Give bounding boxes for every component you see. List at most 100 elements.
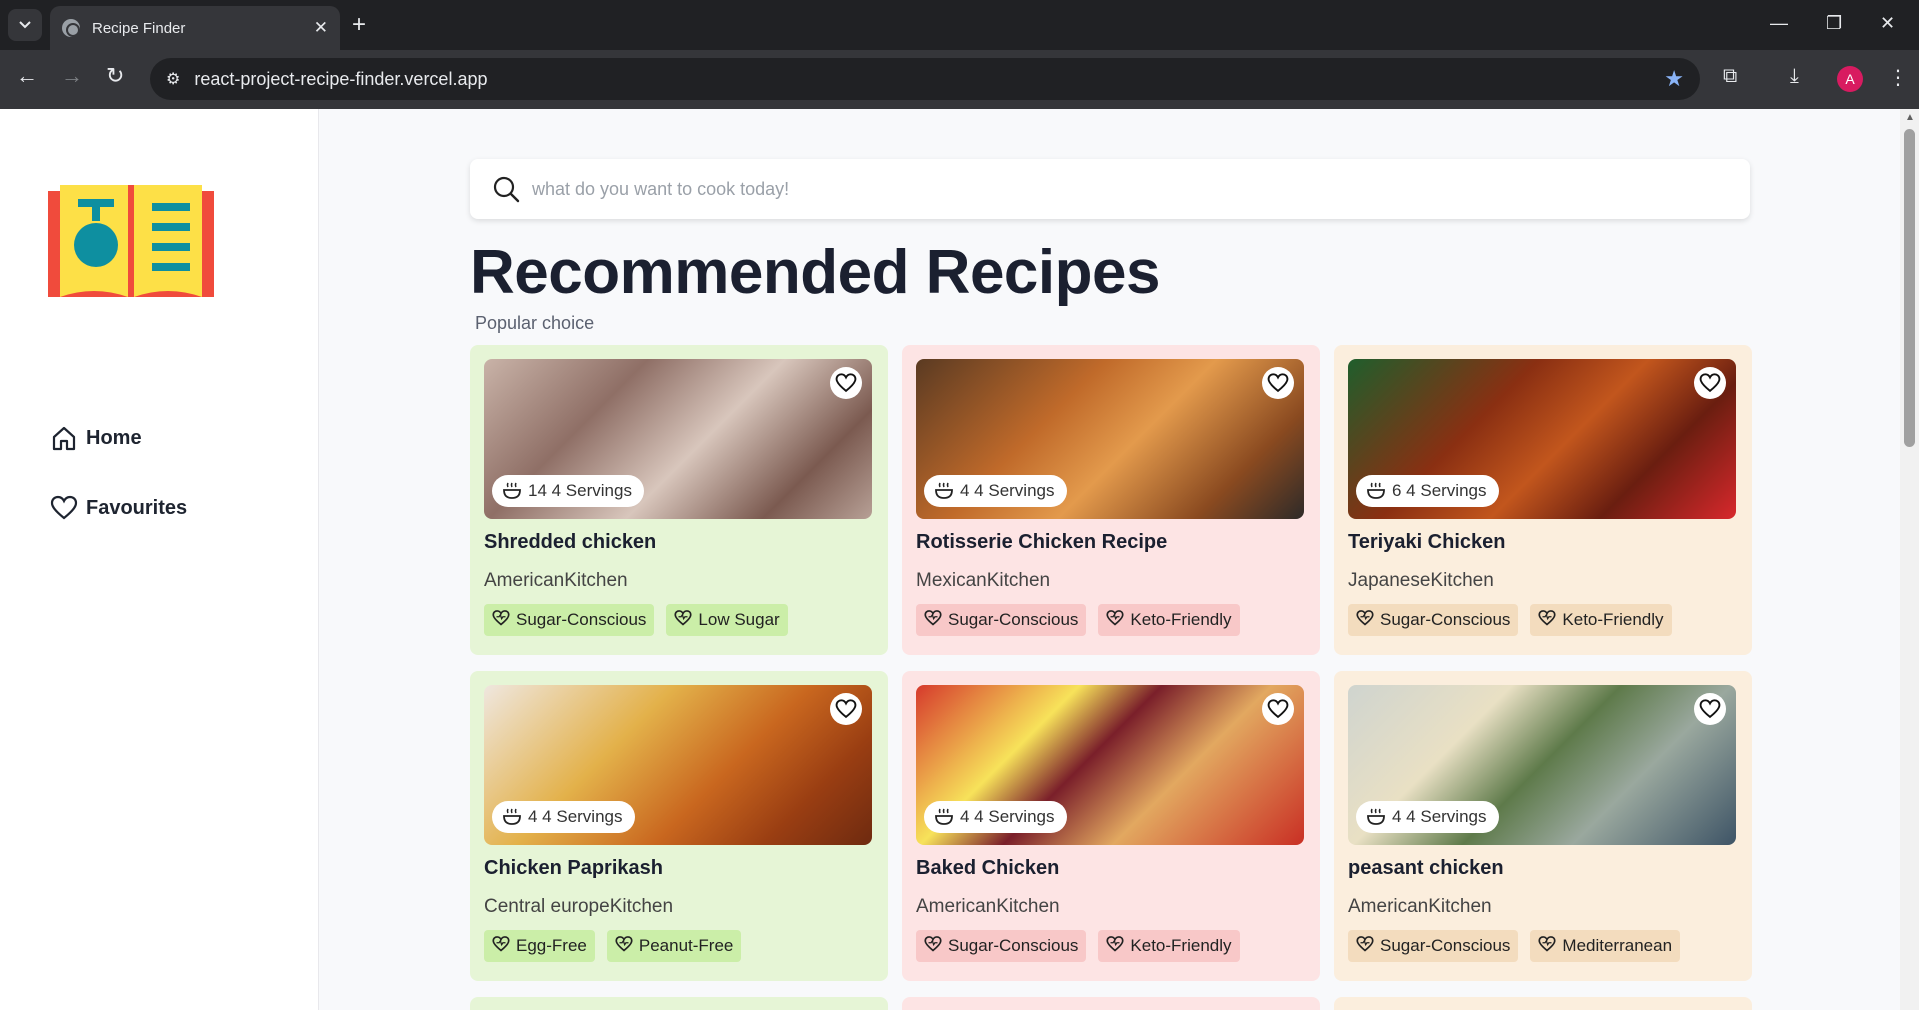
servings-badge: 4 4 Servings [492, 801, 635, 833]
recipe-cuisine: Central europeKitchen [484, 896, 674, 917]
search-bar[interactable] [470, 159, 1750, 219]
recipe-book-logo[interactable] [48, 185, 214, 297]
site-info-icon[interactable]: ⚙ [166, 69, 180, 89]
recipe-title[interactable]: Baked Chicken [916, 857, 1306, 880]
sidebar-item-favourites[interactable]: Favourites [50, 494, 187, 522]
scroll-up-arrow-icon[interactable]: ▲ [1905, 112, 1915, 123]
servings-badge: 4 4 Servings [924, 475, 1067, 507]
diet-tag: Sugar-Conscious [916, 930, 1087, 962]
heart-icon [835, 698, 857, 720]
diet-tag-label: Keto-Friendly [1130, 936, 1232, 955]
browser-tab[interactable]: Recipe Finder ✕ [50, 6, 340, 50]
back-icon[interactable]: ← [16, 64, 38, 88]
heart-pulse-icon [1356, 935, 1380, 958]
recipe-image[interactable]: 4 4 Servings [1348, 685, 1736, 845]
recipe-card[interactable]: 4 4 Servings Rotisserie Chicken Recipe Mex… [902, 345, 1320, 655]
heart-pulse-icon [1106, 935, 1130, 958]
diet-tags: Sugar-Conscious Low Sugar [484, 604, 874, 636]
restore-icon[interactable]: ❐ [1826, 13, 1842, 34]
recipe-card[interactable] [902, 997, 1320, 1010]
search-input[interactable] [532, 178, 1712, 200]
recipe-title[interactable]: Teriyaki Chicken [1348, 531, 1738, 554]
page-title: Recommended Recipes [470, 238, 1160, 307]
scroll-thumb[interactable] [1904, 129, 1915, 447]
servings-badge: 4 4 Servings [924, 801, 1067, 833]
bowl-icon [1366, 481, 1392, 501]
recipe-card[interactable]: 4 4 Servings Baked Chicken AmericanKitchen… [902, 671, 1320, 981]
recipe-image[interactable]: 6 4 Servings [1348, 359, 1736, 519]
recipe-title[interactable]: Chicken Paprikash [484, 857, 874, 880]
recipe-card[interactable]: 4 4 Servings Chicken Paprikash Central eur… [470, 671, 888, 981]
address-bar[interactable]: ⚙ react-project-recipe-finder.vercel.app… [150, 58, 1700, 100]
recipe-image[interactable]: 4 4 Servings [916, 685, 1304, 845]
chevron-down-icon [19, 21, 31, 29]
bowl-icon [1366, 807, 1392, 827]
close-window-icon[interactable]: ✕ [1880, 13, 1895, 34]
diet-tag-label: Keto-Friendly [1130, 610, 1232, 629]
diet-tag: Low Sugar [666, 604, 788, 636]
favourite-button[interactable] [1694, 693, 1726, 725]
heart-pulse-icon [674, 609, 698, 632]
bowl-icon [934, 481, 960, 501]
recipe-card[interactable] [1334, 997, 1752, 1010]
diet-tag-label: Keto-Friendly [1562, 610, 1664, 629]
close-icon[interactable]: ✕ [314, 18, 328, 38]
sidebar-item-home[interactable]: Home [50, 424, 142, 452]
favourite-button[interactable] [1262, 693, 1294, 725]
page-subtitle: Popular choice [475, 313, 595, 333]
new-tab-button[interactable]: + [352, 12, 366, 38]
home-icon [52, 426, 76, 451]
heart-pulse-icon [1356, 609, 1380, 632]
sidebar-item-label: Home [86, 426, 142, 449]
recipe-image[interactable]: 14 4 Servings [484, 359, 872, 519]
recipe-title[interactable]: peasant chicken [1348, 857, 1738, 880]
recipe-title[interactable]: Shredded chicken [484, 531, 874, 554]
reload-icon[interactable]: ↻ [106, 64, 124, 88]
favourite-button[interactable] [1694, 367, 1726, 399]
diet-tag: Peanut-Free [606, 930, 742, 962]
diet-tag-label: Sugar-Conscious [948, 610, 1079, 629]
heart-pulse-icon [492, 609, 516, 632]
recipe-cuisine: MexicanKitchen [916, 570, 1051, 591]
recipe-card[interactable] [470, 997, 888, 1010]
extensions-icon[interactable]: ⧉ [1723, 65, 1737, 88]
heart-pulse-icon [924, 935, 948, 958]
favourite-button[interactable] [1262, 367, 1294, 399]
recipe-image[interactable]: 4 4 Servings [916, 359, 1304, 519]
minimize-icon[interactable]: — [1770, 13, 1788, 34]
recipe-card[interactable]: 4 4 Servings peasant chicken AmericanKitch… [1334, 671, 1752, 981]
heart-icon [1699, 372, 1721, 394]
heart-pulse-icon [1538, 935, 1562, 958]
scrollbar[interactable]: ▲ [1900, 109, 1919, 1010]
heart-icon [1699, 698, 1721, 720]
recipe-cuisine: AmericanKitchen [1348, 896, 1492, 917]
profile-avatar[interactable]: A [1837, 66, 1863, 92]
bookmark-star-icon[interactable]: ★ [1664, 66, 1684, 92]
servings-text: 6 4 Servings [1392, 481, 1487, 500]
recipe-title[interactable]: Rotisserie Chicken Recipe [916, 531, 1306, 554]
browser-toolbar: ← → ↻ ⚙ react-project-recipe-finder.verc… [0, 50, 1919, 109]
diet-tag-label: Sugar-Conscious [948, 936, 1079, 955]
recipe-image[interactable]: 4 4 Servings [484, 685, 872, 845]
favourite-button[interactable] [830, 693, 862, 725]
diet-tag-label: Sugar-Conscious [1380, 610, 1511, 629]
servings-badge: 14 4 Servings [492, 475, 644, 507]
more-menu-icon[interactable]: ⋮ [1888, 65, 1908, 90]
diet-tag-label: Low Sugar [698, 610, 780, 629]
favourite-button[interactable] [830, 367, 862, 399]
download-icon[interactable]: ⤓ [1790, 65, 1799, 88]
diet-tag: Sugar-Conscious [916, 604, 1087, 636]
recipe-card[interactable]: 6 4 Servings Teriyaki Chicken JapaneseKitc… [1334, 345, 1752, 655]
diet-tags: Sugar-Conscious Keto-Friendly [916, 604, 1306, 636]
diet-tag: Mediterranean [1530, 930, 1681, 962]
tab-search-button[interactable] [8, 9, 42, 41]
forward-icon[interactable]: → [61, 64, 83, 88]
diet-tags: Sugar-Conscious Mediterranean [1348, 930, 1738, 962]
heart-pulse-icon [492, 935, 516, 958]
globe-icon [62, 19, 80, 37]
recipe-card[interactable]: 14 4 Servings Shredded chicken AmericanKit… [470, 345, 888, 655]
heart-icon [835, 372, 857, 394]
diet-tag-label: Sugar-Conscious [516, 610, 647, 629]
diet-tag: Sugar-Conscious [484, 604, 655, 636]
diet-tag-label: Peanut-Free [638, 936, 734, 955]
